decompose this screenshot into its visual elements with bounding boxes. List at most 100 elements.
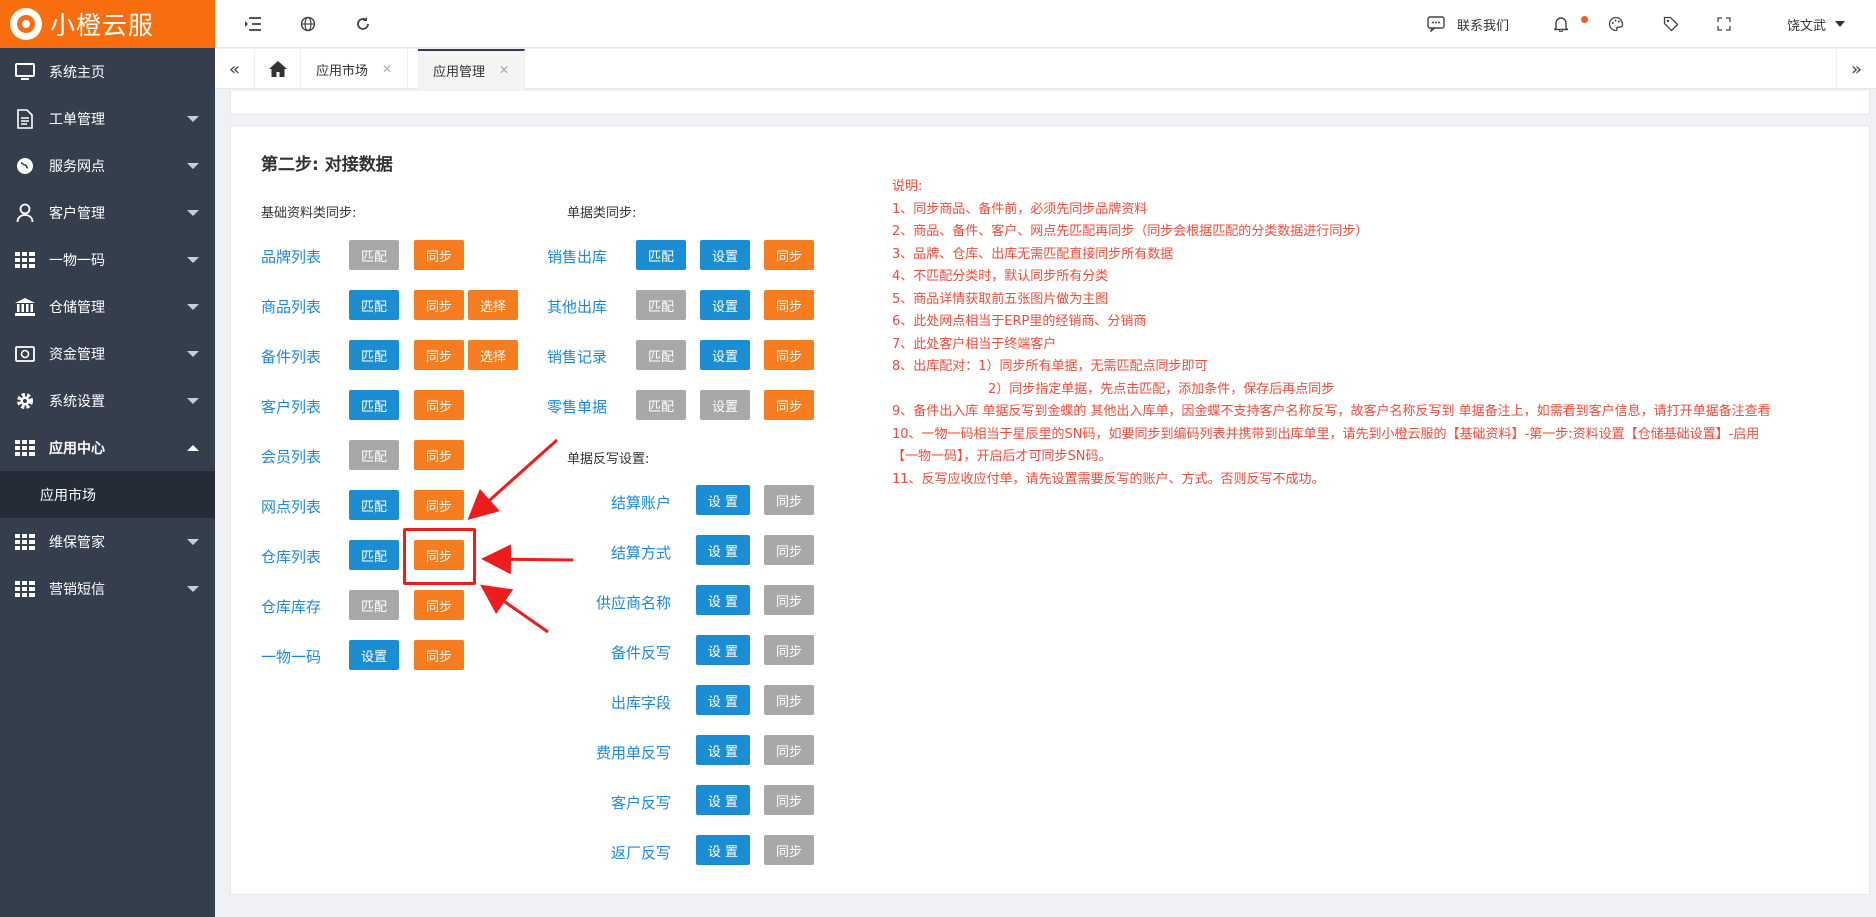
sidebar-item-home[interactable]: 系统主页: [0, 48, 215, 95]
refresh-icon[interactable]: [353, 14, 373, 34]
settle-account-sync-button[interactable]: 同步: [764, 485, 814, 515]
sales-outbound-sync-button[interactable]: 同步: [764, 240, 814, 270]
service-point-list-link[interactable]: 网点列表: [261, 496, 321, 517]
other-outbound-set-button[interactable]: 设置: [700, 290, 750, 320]
customer-writeback-set-button[interactable]: 设 置: [696, 785, 750, 815]
expense-writeback-set-button[interactable]: 设 置: [696, 735, 750, 765]
brand-match-button[interactable]: 匹配: [349, 240, 399, 270]
service-point-match-button[interactable]: 匹配: [349, 490, 399, 520]
settle-account-set-button[interactable]: 设 置: [696, 485, 750, 515]
parts-sync-button[interactable]: 同步: [414, 340, 464, 370]
supplier-name-set-button[interactable]: 设 置: [696, 585, 750, 615]
member-sync-button[interactable]: 同步: [414, 440, 464, 470]
supplier-name-sync-button[interactable]: 同步: [764, 585, 814, 615]
customer-match-button[interactable]: 匹配: [349, 390, 399, 420]
service-point-sync-button[interactable]: 同步: [414, 490, 464, 520]
settle-method-link[interactable]: 结算方式: [571, 542, 671, 563]
tab-app-market[interactable]: 应用市场 ✕: [301, 49, 409, 89]
fullscreen-icon[interactable]: [1714, 14, 1734, 34]
expense-writeback-link[interactable]: 费用单反写: [571, 742, 671, 763]
sidebar-item-maintenance[interactable]: 维保管家: [0, 518, 215, 565]
outbound-field-sync-button[interactable]: 同步: [764, 685, 814, 715]
chevron-down-icon: [187, 304, 199, 310]
customer-writeback-link[interactable]: 客户反写: [571, 792, 671, 813]
close-icon[interactable]: ✕: [499, 63, 509, 77]
other-outbound-match-button[interactable]: 匹配: [636, 290, 686, 320]
one-code-link[interactable]: 一物一码: [261, 646, 321, 667]
globe-icon[interactable]: [298, 14, 318, 34]
sales-record-link[interactable]: 销售记录: [547, 346, 607, 367]
parts-writeback-set-button[interactable]: 设 置: [696, 635, 750, 665]
sales-outbound-set-button[interactable]: 设置: [700, 240, 750, 270]
sidebar-item-workorder[interactable]: 工单管理: [0, 95, 215, 142]
stock-sync-button[interactable]: 同步: [414, 590, 464, 620]
parts-writeback-sync-button[interactable]: 同步: [764, 635, 814, 665]
stock-match-button[interactable]: 匹配: [349, 590, 399, 620]
product-match-button[interactable]: 匹配: [349, 290, 399, 320]
one-code-set-button[interactable]: 设置: [349, 640, 399, 670]
sidebar-item-one-code[interactable]: 一物一码: [0, 236, 215, 283]
settle-method-sync-button[interactable]: 同步: [764, 535, 814, 565]
chevron-down-icon[interactable]: [1835, 21, 1845, 27]
brand-list-link[interactable]: 品牌列表: [261, 246, 321, 267]
retail-doc-link[interactable]: 零售单据: [547, 396, 607, 417]
settle-account-link[interactable]: 结算账户: [571, 492, 671, 513]
supplier-name-link[interactable]: 供应商名称: [571, 592, 671, 613]
tabs-scroll-right-icon[interactable]: »: [1836, 49, 1876, 89]
chat-icon[interactable]: [1426, 14, 1446, 34]
contact-us-link[interactable]: 联系我们: [1457, 15, 1509, 34]
outbound-field-link[interactable]: 出库字段: [571, 692, 671, 713]
user-menu[interactable]: 饶文武: [1787, 15, 1826, 34]
sidebar-item-service-points[interactable]: 服务网点: [0, 142, 215, 189]
tabs-scroll-left-icon[interactable]: «: [215, 49, 255, 89]
bell-icon[interactable]: [1551, 14, 1571, 34]
palette-icon[interactable]: [1606, 14, 1626, 34]
logo[interactable]: 小橙云服: [0, 0, 215, 48]
product-sync-button[interactable]: 同步: [414, 290, 464, 320]
parts-writeback-link[interactable]: 备件反写: [571, 642, 671, 663]
customer-list-link[interactable]: 客户列表: [261, 396, 321, 417]
brand-sync-button[interactable]: 同步: [414, 240, 464, 270]
sales-record-match-button[interactable]: 匹配: [636, 340, 686, 370]
retail-doc-sync-button[interactable]: 同步: [764, 390, 814, 420]
other-outbound-link[interactable]: 其他出库: [547, 296, 607, 317]
sidebar-item-customers[interactable]: 客户管理: [0, 189, 215, 236]
warehouse-match-button[interactable]: 匹配: [349, 540, 399, 570]
warehouse-list-link[interactable]: 仓库列表: [261, 546, 321, 567]
menu-collapse-icon[interactable]: [243, 14, 263, 34]
parts-match-button[interactable]: 匹配: [349, 340, 399, 370]
product-select-button[interactable]: 选择: [468, 290, 518, 320]
warehouse-stock-link[interactable]: 仓库库存: [261, 596, 321, 617]
expense-writeback-sync-button[interactable]: 同步: [764, 735, 814, 765]
product-list-link[interactable]: 商品列表: [261, 296, 321, 317]
close-icon[interactable]: ✕: [382, 62, 392, 76]
member-match-button[interactable]: 匹配: [349, 440, 399, 470]
tag-icon[interactable]: [1661, 14, 1681, 34]
member-list-link[interactable]: 会员列表: [261, 446, 321, 467]
home-tab-icon[interactable]: [255, 49, 301, 89]
outbound-field-set-button[interactable]: 设 置: [696, 685, 750, 715]
retail-doc-match-button[interactable]: 匹配: [636, 390, 686, 420]
sidebar-subitem-app-market[interactable]: 应用市场: [0, 471, 215, 518]
other-outbound-sync-button[interactable]: 同步: [764, 290, 814, 320]
retail-doc-set-button[interactable]: 设置: [700, 390, 750, 420]
return-writeback-link[interactable]: 返厂反写: [571, 842, 671, 863]
parts-list-link[interactable]: 备件列表: [261, 346, 321, 367]
sidebar-item-settings[interactable]: 系统设置: [0, 377, 215, 424]
return-writeback-sync-button[interactable]: 同步: [764, 835, 814, 865]
sidebar-item-sms[interactable]: 营销短信: [0, 565, 215, 612]
sales-outbound-link[interactable]: 销售出库: [547, 246, 607, 267]
sales-outbound-match-button[interactable]: 匹配: [636, 240, 686, 270]
return-writeback-set-button[interactable]: 设 置: [696, 835, 750, 865]
parts-select-button[interactable]: 选择: [468, 340, 518, 370]
one-code-sync-button[interactable]: 同步: [414, 640, 464, 670]
sidebar-item-funds[interactable]: 资金管理: [0, 330, 215, 377]
tab-app-management[interactable]: 应用管理 ✕: [418, 49, 526, 89]
sidebar-item-warehouse[interactable]: 仓储管理: [0, 283, 215, 330]
settle-method-set-button[interactable]: 设 置: [696, 535, 750, 565]
sales-record-sync-button[interactable]: 同步: [764, 340, 814, 370]
sales-record-set-button[interactable]: 设置: [700, 340, 750, 370]
customer-writeback-sync-button[interactable]: 同步: [764, 785, 814, 815]
customer-sync-button[interactable]: 同步: [414, 390, 464, 420]
sidebar-item-app-center[interactable]: 应用中心: [0, 424, 215, 471]
